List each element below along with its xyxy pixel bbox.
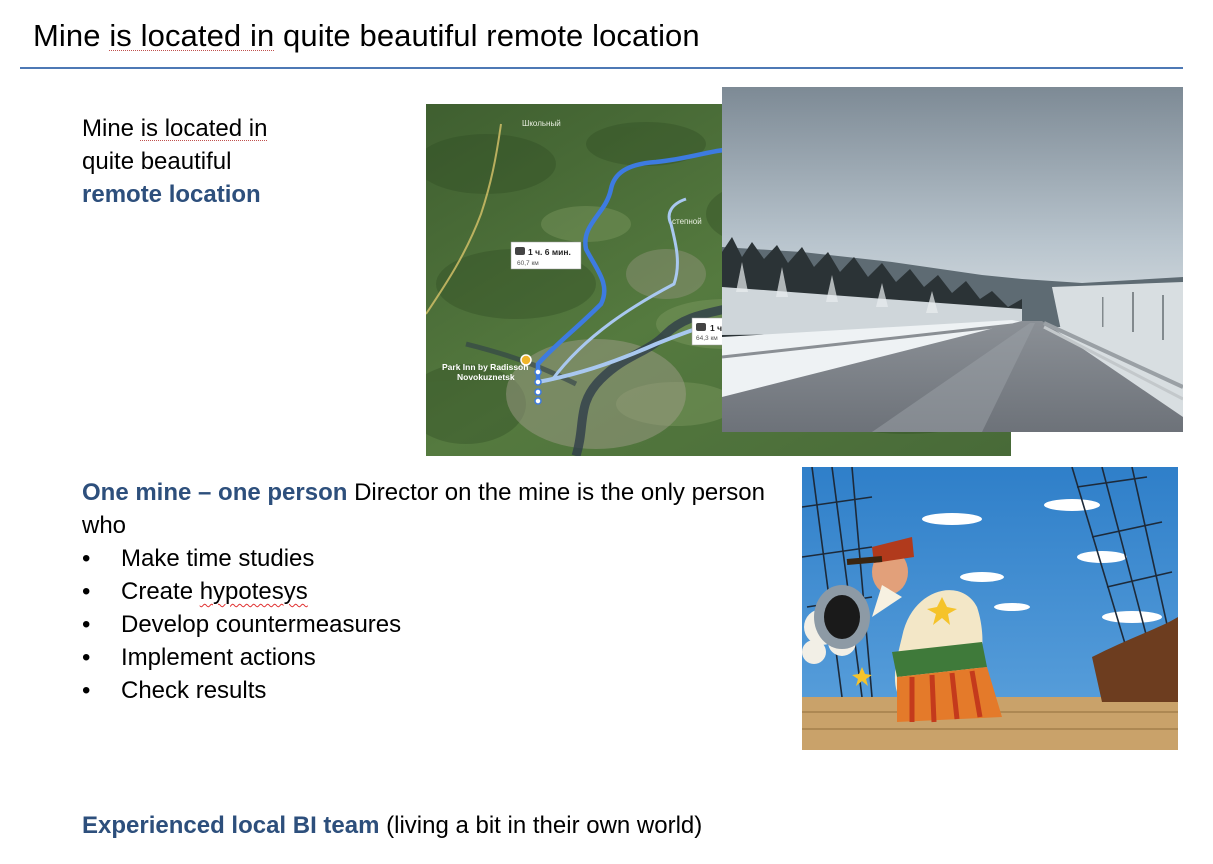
list-item: • Implement actions bbox=[82, 644, 316, 671]
title-divider bbox=[20, 67, 1183, 69]
map-label-top: Школьный bbox=[522, 119, 561, 128]
map-hotel-label-1: Park Inn by Radisson bbox=[442, 362, 528, 372]
route2-time: 1 ч bbox=[710, 323, 722, 333]
responsibility-list: • Make time studies • Create hypotesys • De… bbox=[82, 542, 782, 707]
spellcheck-underline: is located in bbox=[109, 18, 275, 53]
list-item: • Develop countermeasures bbox=[82, 611, 402, 638]
map-label-right: степной bbox=[672, 217, 702, 226]
list-item: • Create hypotesys bbox=[82, 578, 308, 605]
team-note: Experienced local BI team (living a bit … bbox=[82, 812, 703, 839]
role-heading: One mine – one person bbox=[82, 479, 348, 506]
spellcheck-error: hypotesys bbox=[199, 578, 308, 605]
map-hotel-label-2: Novokuznetsk bbox=[457, 372, 515, 382]
route1-distance: 60,7 км bbox=[517, 260, 539, 267]
cartoon-illustration bbox=[802, 467, 1178, 750]
route1-time: 1 ч. 6 мин. bbox=[528, 247, 571, 257]
winter-road-photo bbox=[722, 87, 1183, 432]
team-heading: Experienced local BI team bbox=[82, 812, 380, 839]
list-item: • Check results bbox=[82, 677, 267, 704]
slide-title: Mine is located in quite beautiful remot… bbox=[33, 18, 700, 53]
role-description: One mine – one person Director on the mi… bbox=[82, 479, 765, 539]
list-item: • Make time studies bbox=[82, 545, 315, 572]
route2-distance: 64,3 км bbox=[696, 335, 718, 342]
intro-emphasis: remote location bbox=[82, 181, 261, 208]
role-section: One mine – one person Director on the mi… bbox=[82, 476, 782, 707]
intro-text: Mine is located in quite beautiful remot… bbox=[82, 112, 267, 211]
